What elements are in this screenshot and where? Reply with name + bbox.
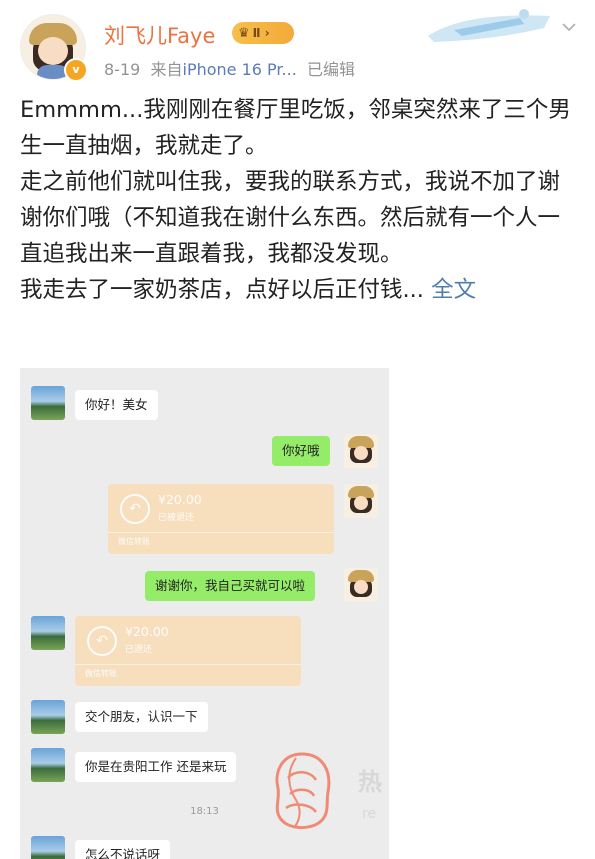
post-paragraph: 走之前他们就叫住我，要我的联系方式，我说不加了谢谢你们哦（不知道我在谢什么东西。… (20, 169, 561, 267)
transfer-footer: 微信转账 (118, 537, 150, 546)
transfer-status: 已被退还 (158, 513, 195, 523)
transfer-status: 已退还 (125, 645, 153, 655)
device-link[interactable]: iPhone 16 Pr... (183, 60, 297, 79)
post-text: Emmmm...我刚刚在餐厅里吃饭，邻桌突然来了三个男生一直抽烟，我就走了。 走… (20, 92, 576, 308)
other-avatar (31, 616, 65, 650)
divider (108, 532, 334, 533)
verified-badge-icon: v (64, 58, 88, 82)
airplane-decoration-icon (428, 9, 550, 42)
other-avatar (31, 700, 65, 734)
crown-icon: ♛ (238, 25, 250, 41)
vip-level: Ⅱ (252, 26, 261, 40)
chat-bubble-other: 你好！美女 (75, 390, 158, 420)
chevron-right-icon: › (260, 26, 270, 40)
chat-bubble-me: 谢谢你，我自己买就可以啦 (145, 571, 316, 601)
transfer-card-other[interactable]: ↶ ¥20.00 已退还 微信转账 (75, 616, 301, 686)
chat-bubble-me: 你好哦 (272, 436, 330, 466)
expand-full-text-link[interactable]: 全文 (431, 277, 476, 303)
post-paragraph-truncated: 我走去了一家奶茶店，点好以后正付钱... 全文 (20, 272, 576, 308)
transfer-card-me[interactable]: ↶ ¥20.00 已被退还 微信转账 (108, 484, 334, 554)
transfer-footer: 微信转账 (85, 669, 117, 678)
watermark-subtext: re (362, 806, 377, 822)
refund-arrow-icon: ↶ (120, 494, 150, 524)
refund-arrow-icon: ↶ (87, 626, 117, 656)
post-paragraph: Emmmm...我刚刚在餐厅里吃饭，邻桌突然来了三个男生一直抽烟，我就走了。 (20, 97, 571, 159)
other-avatar (31, 386, 65, 420)
post-meta: 8-19 来自iPhone 16 Pr... 已编辑 (104, 56, 355, 80)
post-date: 8-19 (104, 60, 141, 79)
chevron-down-icon[interactable] (558, 16, 580, 38)
watermark-text: 热 (358, 768, 382, 796)
watermark-logo-icon (275, 752, 331, 829)
vip-badge[interactable]: ♛ Ⅱ › (232, 22, 294, 44)
chat-bubble-other: 你是在贵阳工作 还是来玩 (75, 752, 237, 782)
username[interactable]: 刘飞儿Faye (104, 20, 215, 50)
chat-bubble-other: 交个朋友，认识一下 (75, 702, 208, 732)
my-avatar (344, 568, 378, 602)
my-avatar (344, 434, 378, 468)
divider (75, 664, 301, 665)
transfer-amount: ¥20.00 (158, 492, 202, 507)
edited-label[interactable]: 已编辑 (307, 60, 355, 79)
truncated-text: 我走去了一家奶茶店，点好以后正付钱... (20, 277, 424, 303)
source-prefix: 来自 (150, 60, 183, 79)
other-avatar (31, 836, 65, 859)
other-avatar (31, 748, 65, 782)
chat-bubble-other: 怎么不说话呀 (75, 840, 171, 859)
avatar-face (38, 37, 68, 65)
my-avatar (344, 484, 378, 518)
transfer-amount: ¥20.00 (125, 624, 169, 639)
